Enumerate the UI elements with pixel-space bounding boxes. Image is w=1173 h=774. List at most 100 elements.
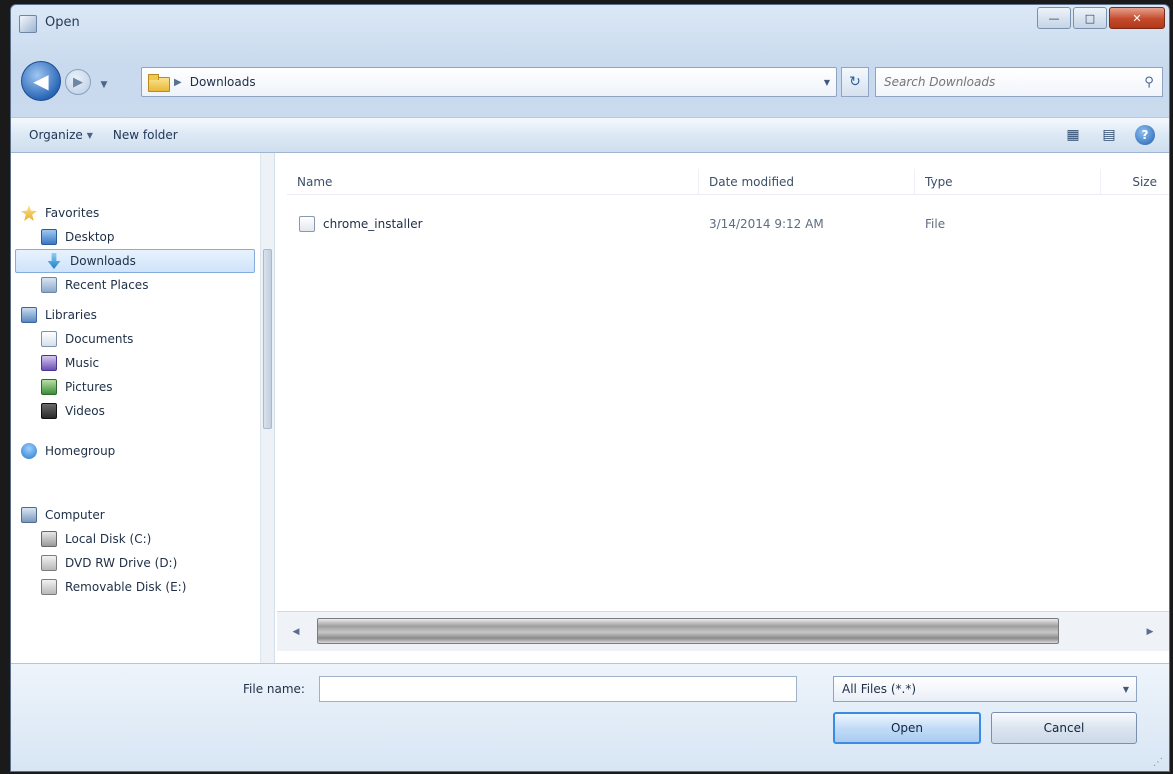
horizontal-scrollbar[interactable]: ◀ ▶ — [277, 611, 1169, 651]
help-button[interactable]: ? — [1129, 122, 1161, 148]
column-header-name[interactable]: Name — [287, 169, 699, 194]
sidebar-item-music[interactable]: Music — [11, 351, 259, 375]
address-dropdown-button[interactable]: ▼ — [818, 68, 836, 96]
maximize-button[interactable]: □ — [1073, 7, 1107, 29]
chevron-down-icon: ▼ — [1122, 684, 1130, 694]
file-type-select[interactable]: All Files (*.*) ▼ — [833, 676, 1137, 702]
file-list[interactable]: Name Date modified Type Size chrome_inst… — [277, 153, 1169, 663]
dvd-drive-icon — [41, 555, 57, 571]
sidebar-item-label: Music — [65, 356, 100, 370]
sidebar-item-label: Homegroup — [45, 444, 116, 458]
sidebar-item-documents[interactable]: Documents — [11, 327, 259, 351]
libraries-group: Libraries Documents Music Pictures Video… — [11, 303, 259, 423]
sidebar-item-label: Recent Places — [65, 278, 149, 292]
homegroup-icon — [21, 443, 37, 459]
hard-drive-icon — [41, 531, 57, 547]
favorites-group: Favorites Desktop Downloads Recent Place… — [11, 201, 259, 297]
sidebar-item-dvd-drive[interactable]: DVD RW Drive (D:) — [11, 551, 259, 575]
sidebar-item-videos[interactable]: Videos — [11, 399, 259, 423]
change-view-button[interactable]: ▦ — [1057, 122, 1089, 148]
column-headers: Name Date modified Type Size — [287, 169, 1169, 195]
preview-pane-icon: ▤ — [1102, 127, 1116, 143]
caption-buttons: — □ ✕ — [1037, 7, 1165, 29]
scroll-right-button[interactable]: ▶ — [1131, 612, 1169, 651]
help-icon: ? — [1135, 125, 1155, 145]
search-input[interactable] — [884, 75, 1136, 89]
sidebar-item-label: Removable Disk (E:) — [65, 580, 187, 594]
music-icon — [41, 355, 57, 371]
column-header-size[interactable]: Size — [1101, 169, 1169, 194]
command-bar-right: ▦ ▤ ? — [1057, 122, 1169, 148]
address-bar[interactable]: ▶ Downloads ▼ — [141, 67, 837, 97]
resize-grip-icon[interactable]: ⋰ — [1153, 757, 1167, 771]
open-button[interactable]: Open — [833, 712, 981, 744]
documents-icon — [41, 331, 57, 347]
cancel-button[interactable]: Cancel — [991, 712, 1137, 744]
sidebar-item-label: Downloads — [70, 254, 136, 268]
library-icon — [21, 307, 37, 323]
sidebar-item-label: DVD RW Drive (D:) — [65, 556, 178, 570]
dialog-footer: File name: All Files (*.*) ▼ Open Cancel… — [11, 663, 1169, 771]
file-type-cell: File — [925, 217, 946, 231]
file-icon — [299, 216, 315, 232]
back-button[interactable]: ◀ — [21, 61, 61, 101]
computer-group: Computer Local Disk (C:) DVD RW Drive (D… — [11, 503, 259, 599]
sidebar-item-favorites[interactable]: Favorites — [11, 201, 259, 225]
sidebar-item-computer[interactable]: Computer — [11, 503, 259, 527]
scrollbar-thumb[interactable] — [317, 618, 1059, 644]
column-header-type[interactable]: Type — [915, 169, 1101, 194]
sidebar-item-label: Libraries — [45, 308, 97, 322]
homegroup-group: Homegroup — [11, 439, 259, 463]
sidebar-item-libraries[interactable]: Libraries — [11, 303, 259, 327]
scrollbar-thumb[interactable] — [263, 249, 272, 429]
preview-pane-button[interactable]: ▤ — [1093, 122, 1125, 148]
new-folder-label: New folder — [112, 128, 178, 142]
search-box[interactable]: ⚲ — [875, 67, 1163, 97]
close-button[interactable]: ✕ — [1109, 7, 1165, 29]
navigation-pane[interactable]: Favorites Desktop Downloads Recent Place… — [11, 153, 275, 663]
table-row[interactable]: chrome_installer 3/14/2014 9:12 AM File — [295, 211, 1165, 237]
dialog-content: Favorites Desktop Downloads Recent Place… — [11, 153, 1169, 663]
scroll-left-button[interactable]: ◀ — [277, 612, 315, 651]
refresh-button[interactable]: ↻ — [841, 67, 869, 97]
folder-icon — [148, 74, 170, 92]
sidebar-item-downloads[interactable]: Downloads — [15, 249, 255, 273]
chevron-down-icon: ▼ — [86, 130, 93, 140]
sidebar-item-label: Documents — [65, 332, 134, 346]
sidebar-item-label: Local Disk (C:) — [65, 532, 152, 546]
download-icon — [47, 253, 61, 269]
sidebar-item-local-disk[interactable]: Local Disk (C:) — [11, 527, 259, 551]
star-icon — [21, 205, 37, 221]
new-folder-button[interactable]: New folder — [103, 122, 188, 148]
address-separator[interactable]: ▶ — [174, 77, 182, 88]
views-icon: ▦ — [1066, 127, 1080, 143]
desktop-icon — [41, 229, 57, 245]
usb-drive-icon — [41, 579, 57, 595]
navigation-pane-scrollbar[interactable] — [260, 153, 274, 663]
organize-button[interactable]: Organize ▼ — [19, 122, 103, 148]
sidebar-item-label: Pictures — [65, 380, 113, 394]
recent-places-icon — [41, 277, 57, 293]
file-name-label: File name: — [243, 682, 305, 696]
sidebar-item-desktop[interactable]: Desktop — [11, 225, 259, 249]
organize-label: Organize — [29, 128, 83, 142]
sidebar-item-removable-disk[interactable]: Removable Disk (E:) — [11, 575, 259, 599]
search-icon: ⚲ — [1144, 74, 1154, 90]
pictures-icon — [41, 379, 57, 395]
file-type-value: All Files (*.*) — [842, 682, 917, 696]
sidebar-item-homegroup[interactable]: Homegroup — [11, 439, 259, 463]
minimize-button[interactable]: — — [1037, 7, 1071, 29]
forward-button[interactable]: ▶ — [65, 69, 91, 95]
command-bar: Organize ▼ New folder ▦ ▤ ? — [11, 117, 1169, 153]
file-name-input[interactable] — [319, 676, 797, 702]
navigation-bar: ◀ ▶ ▼ ▶ Downloads ▼ ↻ ⚲ — [11, 55, 1169, 107]
sidebar-item-recent-places[interactable]: Recent Places — [11, 273, 259, 297]
recent-locations-button[interactable]: ▼ — [95, 77, 113, 93]
videos-icon — [41, 403, 57, 419]
column-header-date-modified[interactable]: Date modified — [699, 169, 915, 194]
address-path[interactable]: Downloads — [190, 75, 256, 89]
sidebar-item-label: Videos — [65, 404, 105, 418]
dialog-icon — [19, 15, 37, 33]
computer-icon — [21, 507, 37, 523]
sidebar-item-pictures[interactable]: Pictures — [11, 375, 259, 399]
